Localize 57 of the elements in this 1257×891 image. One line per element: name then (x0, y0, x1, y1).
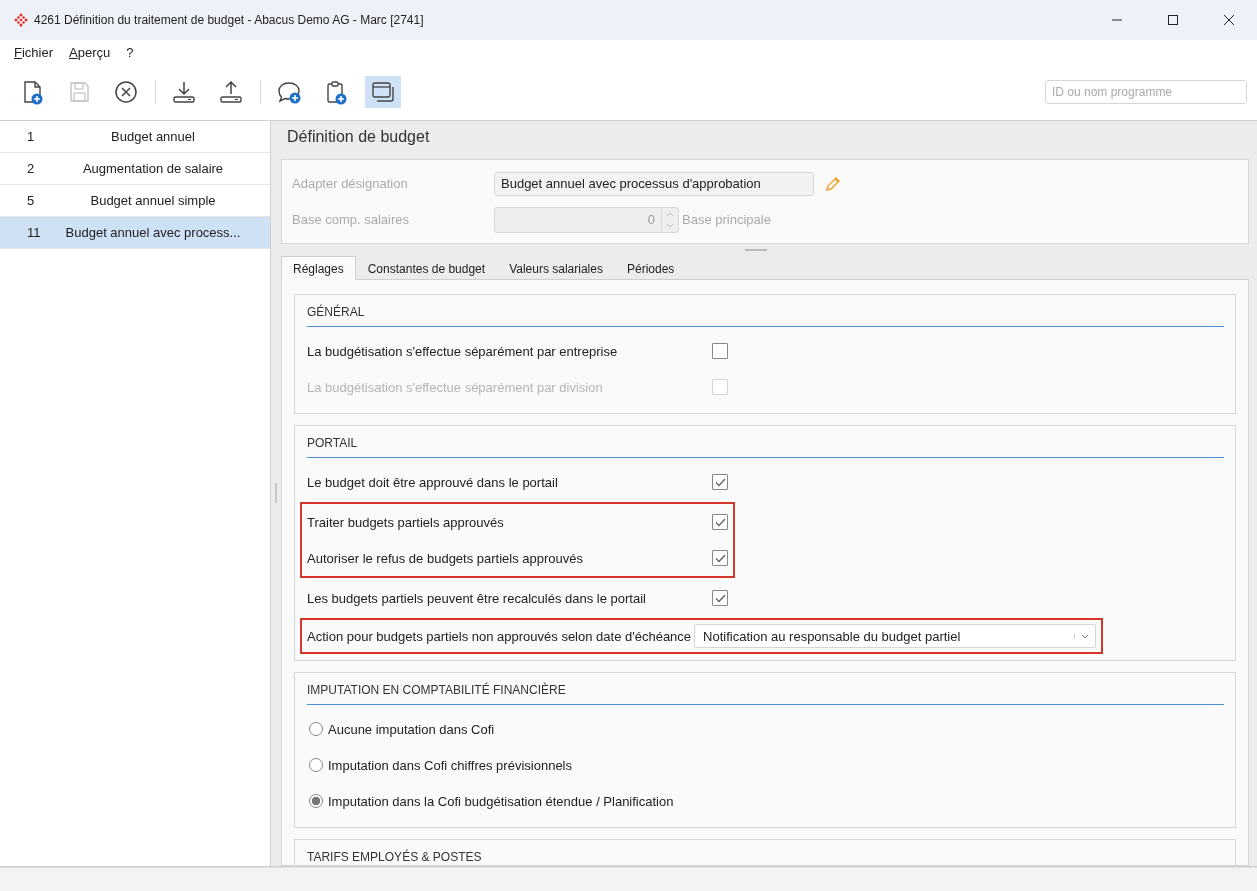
row-number: 5 (26, 193, 36, 208)
windows-button[interactable] (365, 76, 401, 108)
cancel-icon (113, 79, 139, 105)
section-heading: PORTAIL (307, 426, 1224, 458)
row-number: 1 (26, 129, 36, 144)
field-suffix: Base principale (682, 212, 771, 227)
menu-item[interactable]: Fichier (6, 44, 60, 60)
panel-title: Définition de budget (286, 127, 431, 147)
section-heading: IMPUTATION EN COMPTABILITÉ FINANCIÈRE (307, 673, 1224, 705)
list-row[interactable]: 2 Augmentation de salaire (0, 153, 270, 185)
close-icon (1224, 15, 1234, 25)
checkbox[interactable] (712, 343, 728, 359)
action-dropdown[interactable]: Notification au responsable du budget partiel (694, 624, 1097, 648)
window-title: 4261 Définition du traitement de budget - Abacus Demo AG - Marc [2741] (34, 13, 425, 27)
windows-icon (370, 79, 396, 105)
radio-label: Imputation dans Cofi chiffres prévisionnels (328, 757, 572, 773)
budget-name: Budget annuel avec process... (64, 225, 242, 240)
list-row[interactable]: 11 Budget annuel avec process... (0, 217, 270, 249)
upload-icon (218, 79, 244, 105)
radio-label: Aucune imputation dans Cofi (328, 721, 495, 737)
menu-item[interactable]: ? (118, 44, 140, 60)
chevron-down-icon (1074, 633, 1090, 639)
checkbox[interactable] (712, 514, 728, 530)
budget-name: Budget annuel simple (89, 193, 217, 208)
radio-label: Imputation dans la Cofi budgétisation étendue / Planification (328, 793, 674, 809)
menu-item[interactable]: Aperçu (61, 44, 117, 60)
checkbox-label: Autoriser le refus de budgets partiels approuvés (307, 550, 585, 566)
radio-button[interactable] (309, 794, 323, 808)
checkbox[interactable] (712, 550, 728, 566)
checkbox[interactable] (712, 590, 728, 606)
budget-name: Augmentation de salaire (81, 161, 225, 176)
tab[interactable]: Valeurs salariales (497, 256, 615, 280)
radio-button[interactable] (309, 758, 323, 772)
download-icon (171, 79, 197, 105)
row-number: 11 (26, 225, 40, 240)
tab[interactable]: Périodes (614, 256, 687, 280)
tab[interactable]: Constantes de budget (355, 256, 498, 280)
program-search-field[interactable]: ID ou nom programme (1045, 80, 1247, 104)
designation-field[interactable]: Budget annuel avec processus d'approbation (494, 171, 814, 196)
field-label: Base comp. salaires (292, 212, 411, 227)
list-row[interactable]: 1 Budget annuel (0, 121, 270, 153)
checkbox-label: La budgétisation s'effectue séparément par entreprise (307, 343, 619, 359)
dropdown-label: Action pour budgets partiels non approuvés selon date d'échéance (307, 628, 692, 644)
budget-name: Budget annuel (110, 129, 196, 144)
row-number: 2 (26, 161, 36, 176)
app-logo-icon (14, 13, 28, 27)
section-heading: GÉNÉRAL (307, 295, 1224, 327)
checkbox-label: La budgétisation s'effectue séparément par division (307, 379, 604, 395)
checkbox-label: Le budget doit être approuvé dans le portail (307, 474, 559, 490)
speech-bubble-plus-icon (276, 79, 302, 105)
checkbox-label: Traiter budgets partiels approuvés (307, 514, 505, 530)
checkbox[interactable] (712, 474, 728, 490)
field-label: Adapter désignation (292, 176, 409, 191)
radio-button[interactable] (309, 722, 323, 736)
maximize-icon (1168, 15, 1178, 25)
checkbox-label: Les budgets partiels peuvent être recalculés dans le portail (307, 590, 647, 606)
tab[interactable]: Réglages (281, 256, 356, 280)
